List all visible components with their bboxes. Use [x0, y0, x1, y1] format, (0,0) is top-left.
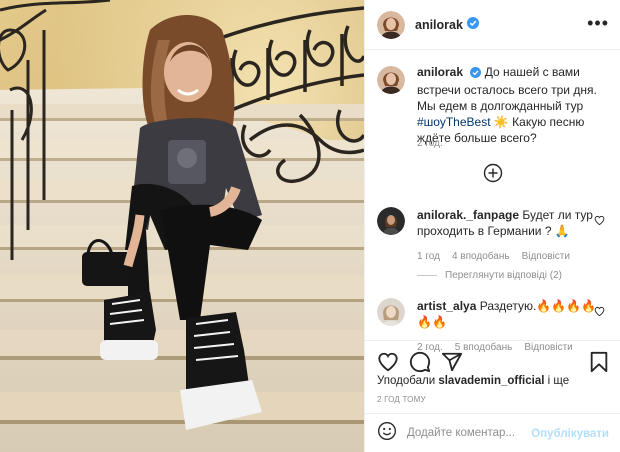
plus-circle-icon[interactable]	[483, 163, 503, 183]
comment-meta: 1 год 4 вподобань Відповісти	[417, 249, 597, 265]
share-icon[interactable]	[441, 351, 463, 378]
view-replies-button[interactable]: Переглянути відповіді (2)	[417, 270, 562, 281]
post-photo[interactable]	[0, 0, 364, 452]
liked-by-suffix[interactable]: і ще	[548, 375, 569, 387]
liked-by-username[interactable]: slavademin_official	[438, 375, 544, 387]
author-avatar-image	[377, 10, 405, 39]
caption-text-block: anilorak До нашей с вами встречи осталос…	[417, 64, 609, 146]
caption-verified-badge-icon	[470, 66, 482, 82]
commenter-avatar[interactable]	[377, 207, 405, 235]
add-comment-bar: Опублікувати	[365, 413, 620, 452]
comment-icon[interactable]	[409, 351, 431, 378]
comment-item: anilorak._fanpage Будет ли тур проходить…	[377, 207, 613, 265]
emoji-icon[interactable]	[377, 421, 397, 446]
author-username[interactable]: anilorak	[415, 18, 463, 32]
heart-icon[interactable]	[377, 351, 399, 378]
post-time-ago: 2 ГОД ТОМУ	[377, 395, 426, 404]
comment-like-heart-icon[interactable]	[594, 304, 605, 322]
commenter-avatar[interactable]	[377, 298, 405, 326]
liked-by-line: Уподобали slavademin_official і ще	[377, 375, 569, 387]
post-header: anilorak •••	[365, 0, 620, 50]
add-comment-input[interactable]	[407, 427, 527, 439]
divider-line	[417, 275, 437, 276]
commenter-avatar-image	[377, 298, 405, 326]
view-replies-label: Переглянути відповіді (2)	[445, 270, 562, 281]
comment-content: anilorak._fanpage Будет ли тур проходить…	[417, 207, 597, 265]
post-side-panel: anilorak ••• anilorak До нашей с вами вс…	[364, 0, 620, 452]
caption-username[interactable]: anilorak	[417, 65, 463, 79]
commenter-avatar-image	[377, 207, 405, 235]
author-avatar[interactable]	[377, 10, 405, 39]
liked-by-prefix: Уподобали	[377, 375, 436, 387]
more-options-icon[interactable]: •••	[587, 14, 609, 32]
comment-username[interactable]: anilorak._fanpage	[417, 208, 519, 222]
caption-author-avatar[interactable]	[377, 66, 405, 94]
photo-illustration	[0, 0, 364, 452]
caption-avatar-image	[377, 66, 405, 94]
comment-like-heart-icon[interactable]	[594, 213, 605, 231]
comment-username[interactable]: artist_alya	[417, 299, 476, 313]
post-caption: anilorak До нашей с вами встречи осталос…	[377, 64, 613, 149]
verified-badge-icon	[466, 16, 479, 34]
caption-timestamp: 2 год.	[417, 138, 443, 149]
comment-time: 1 год	[417, 251, 440, 262]
bookmark-icon[interactable]	[589, 351, 609, 378]
comment-likes-count[interactable]: 4 вподобань	[452, 249, 510, 265]
reply-button[interactable]: Відповісти	[522, 249, 570, 265]
caption-hashtag[interactable]: #шоуTheBest	[417, 115, 491, 129]
post-action-bar	[365, 340, 620, 380]
publish-button[interactable]: Опублікувати	[531, 428, 609, 440]
instagram-post: anilorak ••• anilorak До нашей с вами вс…	[0, 0, 620, 452]
sun-emoji: ☀️	[493, 115, 509, 129]
